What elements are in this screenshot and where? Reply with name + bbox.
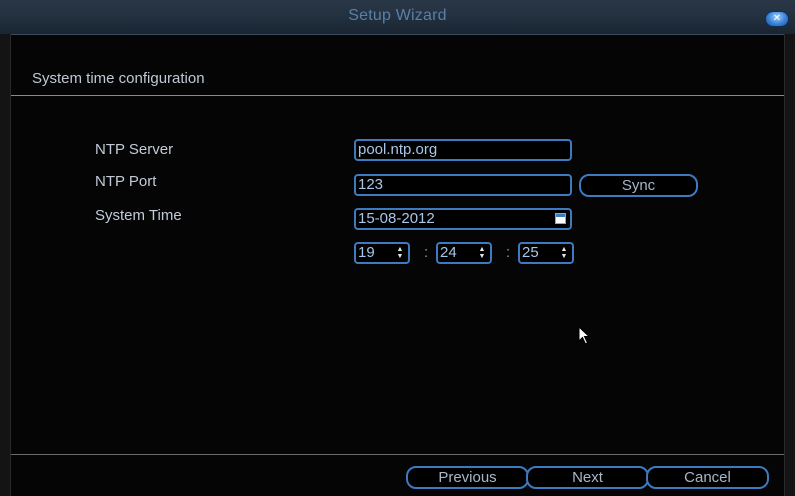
cancel-button[interactable]: Cancel	[646, 466, 769, 489]
time-separator: :	[506, 244, 511, 261]
previous-button[interactable]: Previous	[406, 466, 529, 489]
time-separator: :	[424, 244, 429, 261]
next-button[interactable]: Next	[526, 466, 649, 489]
calendar-icon[interactable]	[555, 213, 566, 224]
minute-value: 24	[440, 244, 457, 261]
section-divider	[11, 95, 784, 96]
window-title: Setup Wizard	[348, 7, 447, 24]
footer-divider	[11, 454, 784, 455]
second-value: 25	[522, 244, 539, 261]
ntp-server-label: NTP Server	[95, 141, 174, 158]
spin-arrows-icon[interactable]: ▲ ▼	[560, 246, 568, 260]
setup-wizard-window: Setup Wizard ✕ System time configuration…	[0, 0, 795, 496]
mouse-cursor-icon	[578, 326, 591, 345]
hour-stepper[interactable]: 19 ▲ ▼	[354, 242, 410, 264]
ntp-server-input[interactable]: pool.ntp.org	[354, 139, 572, 161]
sync-button[interactable]: Sync	[579, 174, 698, 197]
window-frame-right	[784, 34, 795, 496]
hour-value: 19	[358, 244, 375, 261]
ntp-port-input[interactable]: 123	[354, 174, 572, 196]
ntp-port-value: 123	[358, 176, 384, 193]
spin-arrows-icon[interactable]: ▲ ▼	[396, 246, 404, 260]
section-title: System time configuration	[32, 70, 205, 87]
ntp-server-value: pool.ntp.org	[358, 141, 438, 158]
window-frame-left	[0, 34, 11, 496]
system-time-label: System Time	[95, 207, 182, 224]
spin-arrows-icon[interactable]: ▲ ▼	[478, 246, 486, 260]
minute-stepper[interactable]: 24 ▲ ▼	[436, 242, 492, 264]
second-stepper[interactable]: 25 ▲ ▼	[518, 242, 574, 264]
date-picker-input[interactable]: 15-08-2012	[354, 208, 572, 230]
date-value: 15-08-2012	[358, 210, 435, 227]
ntp-port-label: NTP Port	[95, 173, 157, 190]
title-bar: Setup Wizard ✕	[0, 0, 795, 35]
close-icon[interactable]: ✕	[765, 11, 789, 27]
